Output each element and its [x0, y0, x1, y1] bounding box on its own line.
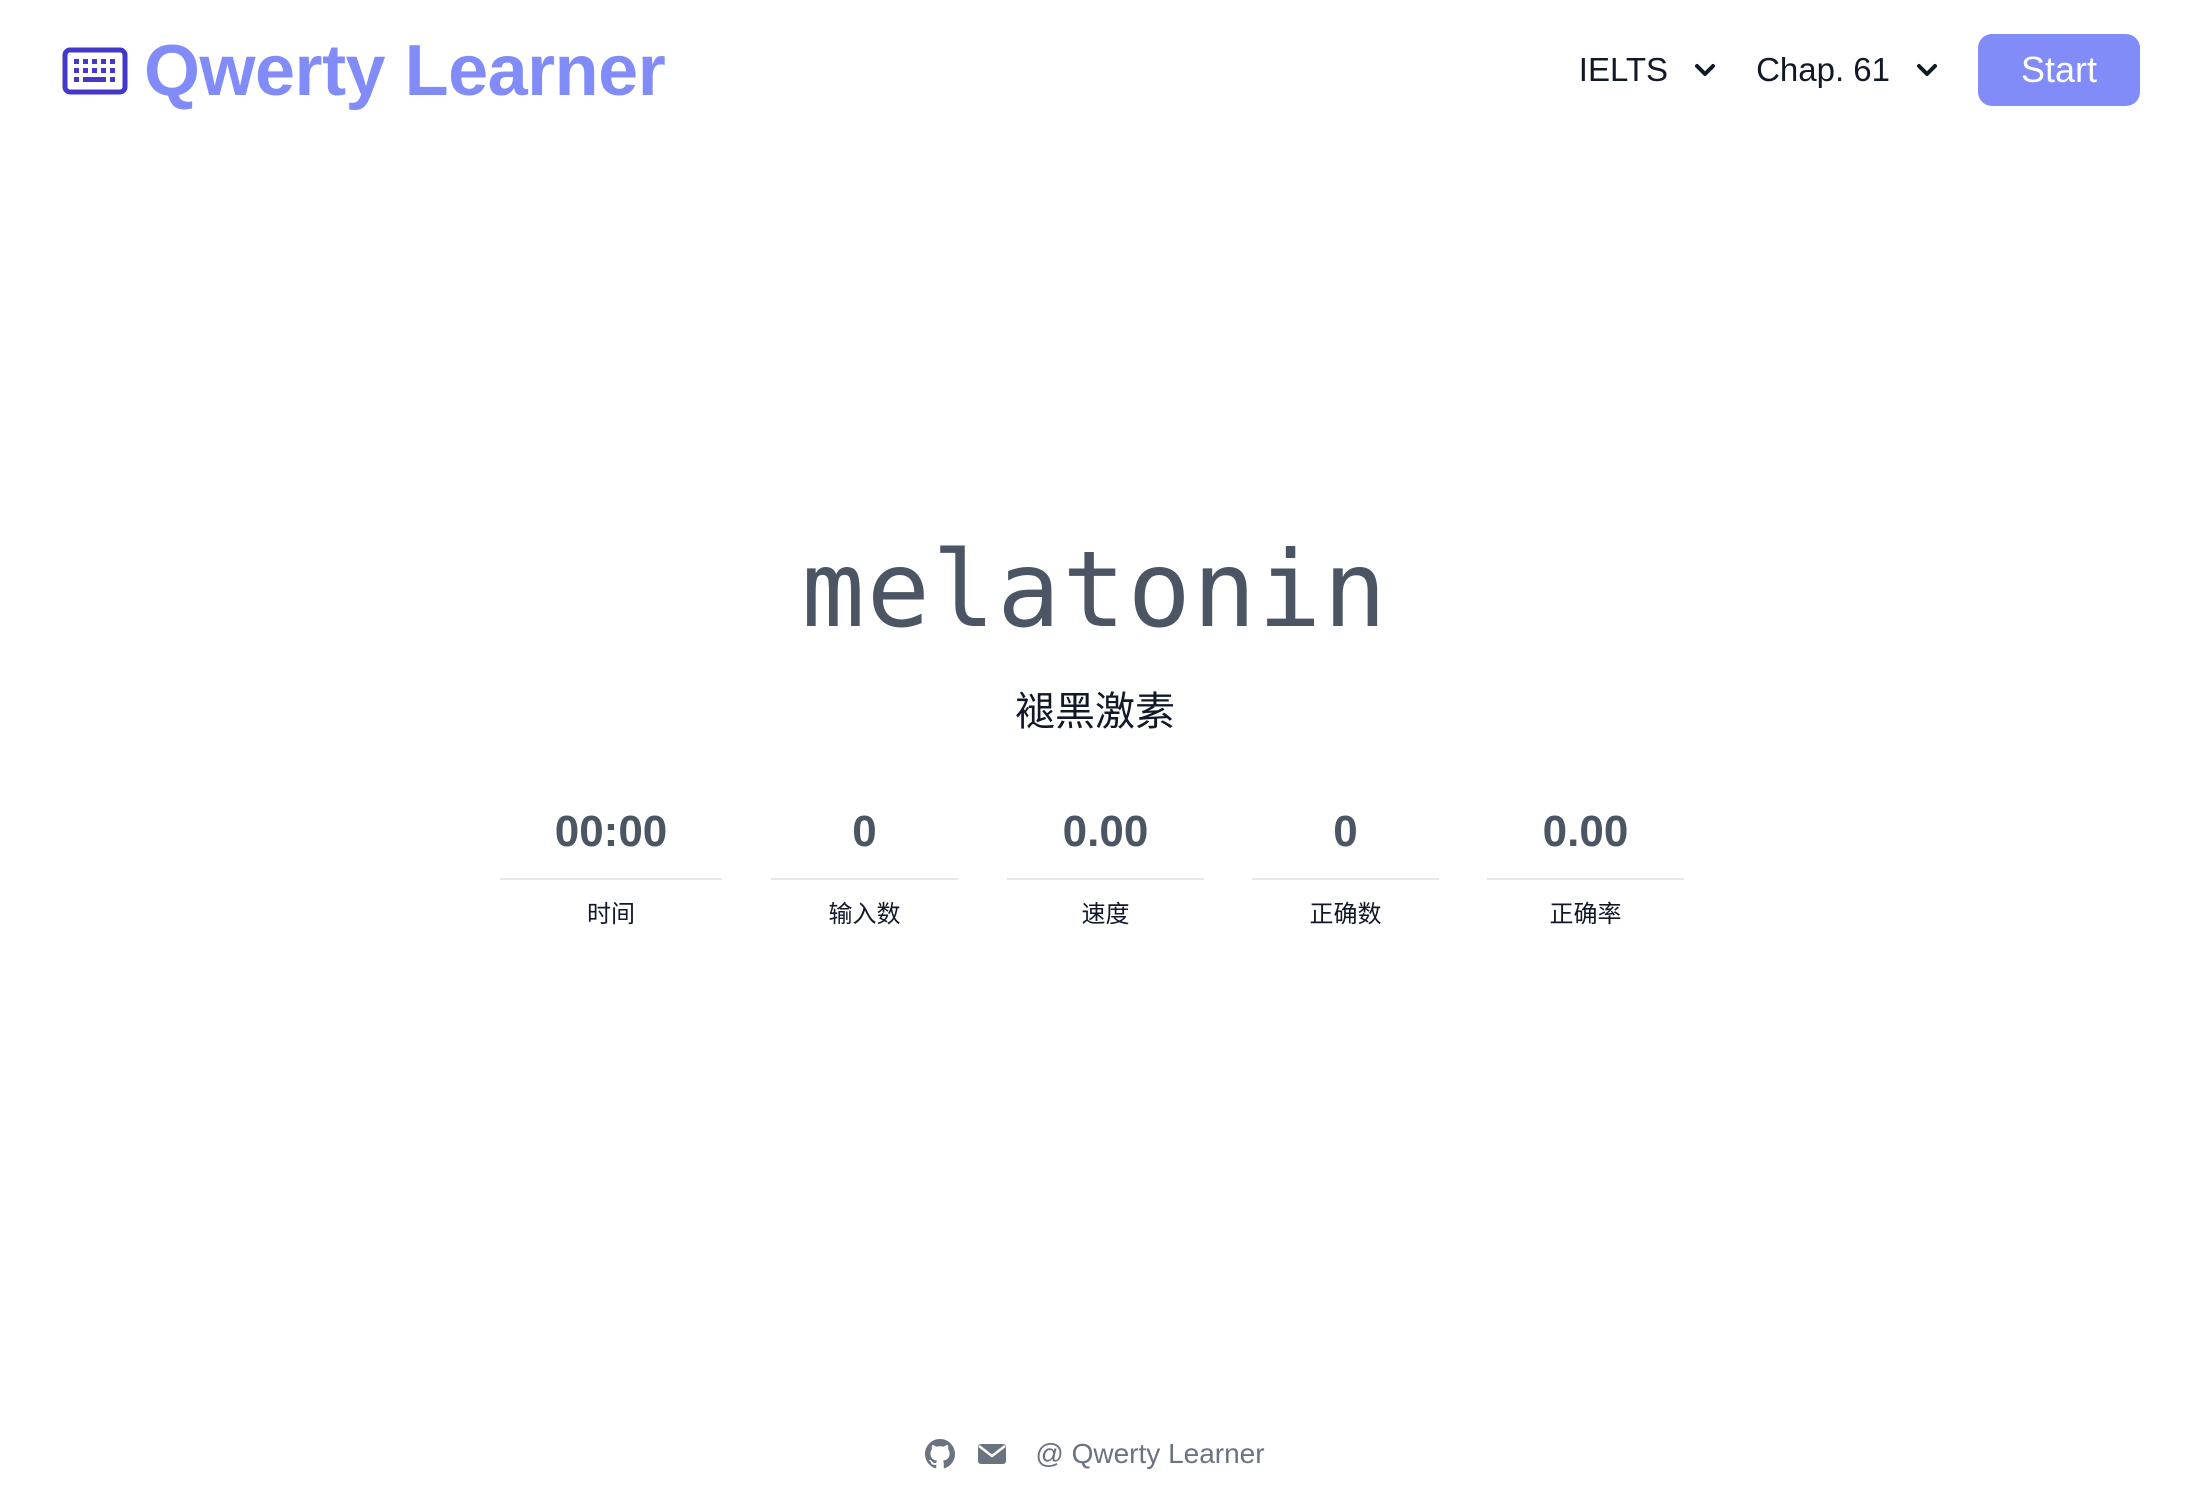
stat-time-value: 00:00 — [554, 807, 668, 856]
stat-divider — [1252, 878, 1439, 880]
keyboard-icon — [62, 47, 128, 95]
github-icon[interactable] — [925, 1439, 956, 1469]
current-word: melatonin — [801, 529, 1389, 651]
stat-correct-count: 0 正确数 — [1252, 800, 1439, 932]
page-footer: @ Qwerty Learner — [0, 1438, 2190, 1470]
stat-accuracy-value: 0.00 — [1542, 807, 1629, 856]
chevron-down-icon — [1695, 64, 1716, 76]
stat-divider — [500, 878, 722, 880]
start-button[interactable]: Start — [1978, 34, 2140, 106]
stat-speed: 0.00 速度 — [1007, 800, 1204, 932]
chapter-select[interactable]: Chap. 61 — [1756, 34, 1938, 106]
stat-divider — [1007, 878, 1204, 880]
stat-divider — [771, 878, 958, 880]
chapter-select-value: Chap. 61 — [1756, 51, 1890, 88]
stat-input-count-label: 输入数 — [828, 900, 901, 928]
stat-accuracy: 0.00 正确率 — [1487, 800, 1684, 932]
word-translation: 褪黑激素 — [1015, 689, 1175, 735]
stat-correct-count-label: 正确数 — [1309, 900, 1382, 928]
header-controls: IELTS Chap. 61 Start — [1579, 34, 2140, 106]
stat-divider — [1487, 878, 1684, 880]
dictionary-select[interactable]: IELTS — [1579, 34, 1716, 106]
stat-time-label: 时间 — [587, 900, 635, 928]
app-header: Qwerty Learner IELTS Chap. 61 Start — [0, 0, 2190, 140]
chevron-down-icon — [1917, 64, 1937, 76]
mail-icon[interactable] — [977, 1439, 1007, 1469]
copyright-text: @ Qwerty Learner — [1035, 1438, 1265, 1469]
stat-speed-label: 速度 — [1081, 900, 1130, 928]
stat-speed-value: 0.00 — [1062, 807, 1149, 856]
dictionary-select-value: IELTS — [1578, 51, 1669, 88]
stat-correct-count-value: 0 — [1333, 807, 1358, 856]
brand-link[interactable]: Qwerty Learner — [62, 28, 666, 114]
brand-name: Qwerty Learner — [144, 31, 666, 111]
stat-input-count: 0 输入数 — [771, 800, 958, 932]
stat-accuracy-label: 正确率 — [1549, 900, 1622, 928]
stat-time: 00:00 时间 — [500, 800, 722, 932]
stat-input-count-value: 0 — [852, 807, 877, 856]
